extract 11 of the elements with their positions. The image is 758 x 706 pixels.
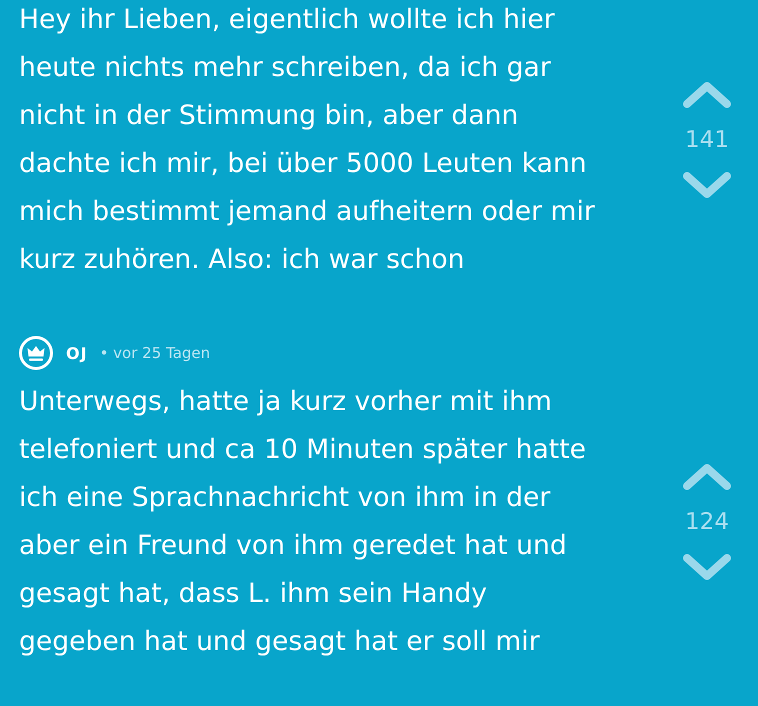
downvote-chevron-icon[interactable] (683, 554, 731, 580)
downvote-chevron-icon[interactable] (683, 172, 731, 198)
post-text: Unterwegs, hatte ja kurz vorher mit ihm telefoniert und ca 10 Minuten später hatte ich eine Sprachnachricht von ihm in der aber ein Freund von ihm geredet hat und gesagt hat, dass L. ihm sein Handy gegeben hat und gesagt hat er soll mir (18, 385, 588, 659)
post-text: Hey ihr Lieben, eigentlich wollte ich hier heute nichts mehr schreiben, da ich gar nicht in der Stimmung bin, aber dann dachte ich mir, bei über 5000 Leuten kann mich bestimmt jemand aufheitern oder mir kurz zuhören. Also: ich war schon (18, 3, 596, 277)
upvote-chevron-icon[interactable] (683, 464, 731, 490)
crown-badge-icon (19, 336, 53, 370)
vote-count: 124 (685, 508, 729, 537)
author-name: OJ (66, 344, 88, 362)
vote-count: 141 (685, 126, 729, 155)
upvote-chevron-icon[interactable] (683, 82, 731, 108)
post-time: • vor 25 Tagen (100, 344, 210, 362)
